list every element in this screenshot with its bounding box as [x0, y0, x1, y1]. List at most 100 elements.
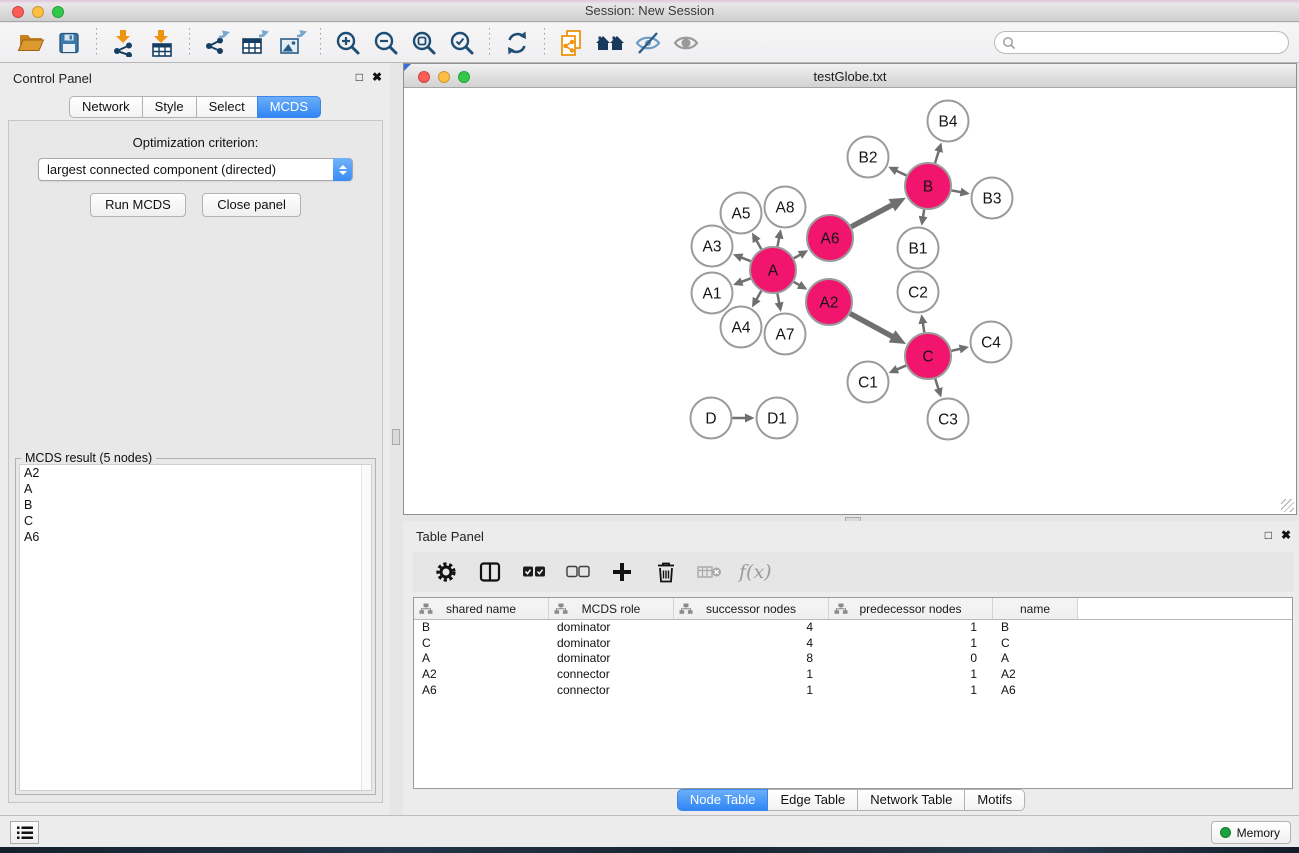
table-cell[interactable]: connector: [549, 667, 674, 683]
task-history-button[interactable]: [10, 821, 39, 844]
export-table-icon[interactable]: [236, 26, 274, 60]
graph-node[interactable]: A1: [692, 273, 733, 314]
table-cell[interactable]: 1: [829, 620, 993, 636]
table-row[interactable]: A6connector11A6: [414, 683, 1292, 699]
vertical-divider-handle[interactable]: [392, 429, 400, 445]
refresh-layout-icon[interactable]: [498, 26, 536, 60]
zoom-selected-icon[interactable]: [443, 26, 481, 60]
zoom-out-icon[interactable]: [367, 26, 405, 60]
table-cell[interactable]: A2: [414, 667, 549, 683]
mcds-result-item[interactable]: B: [20, 497, 371, 513]
network-canvas[interactable]: AA1A2A3A4A5A6A7A8BB1B2B3B4CC1C2C3C4DD1: [404, 88, 1296, 514]
float-panel-icon[interactable]: □: [356, 70, 363, 84]
import-table-icon[interactable]: [143, 26, 181, 60]
table-cell[interactable]: A6: [993, 683, 1078, 699]
table-cell[interactable]: 1: [829, 683, 993, 699]
mcds-result-item[interactable]: C: [20, 513, 371, 529]
graph-node[interactable]: A3: [692, 226, 733, 267]
column-header[interactable]: name: [993, 598, 1078, 619]
graph-node[interactable]: A7: [765, 314, 806, 355]
save-session-icon[interactable]: [50, 26, 88, 60]
tab-edge-table[interactable]: Edge Table: [767, 789, 858, 811]
column-header[interactable]: shared name: [414, 598, 549, 619]
delete-column-trash-icon[interactable]: [651, 557, 681, 587]
tab-mcds[interactable]: MCDS: [257, 96, 321, 118]
search-field[interactable]: [994, 31, 1289, 54]
criterion-dropdown[interactable]: largest connected component (directed): [38, 158, 353, 181]
select-all-checks-icon[interactable]: [519, 557, 549, 587]
table-row[interactable]: Bdominator41B: [414, 620, 1292, 636]
import-network-icon[interactable]: [105, 26, 143, 60]
table-cell[interactable]: C: [993, 636, 1078, 652]
table-cell[interactable]: A: [414, 651, 549, 667]
table-row[interactable]: A2connector11A2: [414, 667, 1292, 683]
scrollbar-track[interactable]: [361, 465, 371, 790]
table-row[interactable]: Cdominator41C: [414, 636, 1292, 652]
table-cell[interactable]: 1: [674, 667, 829, 683]
show-column-icon[interactable]: [475, 557, 505, 587]
table-cell[interactable]: dominator: [549, 636, 674, 652]
hide-selected-eye-icon[interactable]: [629, 26, 667, 60]
home-panels-icon[interactable]: [591, 26, 629, 60]
float-panel-icon[interactable]: □: [1265, 528, 1272, 542]
graph-node[interactable]: A8: [765, 187, 806, 228]
graph-node[interactable]: A5: [721, 193, 762, 234]
tab-node-table[interactable]: Node Table: [677, 789, 769, 811]
show-eye-icon[interactable]: [667, 26, 705, 60]
table-cell[interactable]: dominator: [549, 620, 674, 636]
table-cell[interactable]: 4: [674, 620, 829, 636]
graph-node[interactable]: C4: [971, 322, 1012, 363]
table-cell[interactable]: B: [414, 620, 549, 636]
graph-node[interactable]: A2: [806, 279, 852, 325]
table-cell[interactable]: A2: [993, 667, 1078, 683]
table-cell[interactable]: 1: [674, 683, 829, 699]
graph-node[interactable]: D1: [757, 398, 798, 439]
tab-network[interactable]: Network: [69, 96, 143, 118]
graph-node[interactable]: A4: [721, 307, 762, 348]
mcds-result-item[interactable]: A: [20, 481, 371, 497]
graph-node[interactable]: B2: [848, 137, 889, 178]
table-cell[interactable]: 0: [829, 651, 993, 667]
table-cell[interactable]: B: [993, 620, 1078, 636]
deselect-all-checks-icon[interactable]: [563, 557, 593, 587]
close-panel-button[interactable]: Close panel: [202, 193, 301, 217]
table-cell[interactable]: 1: [829, 667, 993, 683]
column-header[interactable]: predecessor nodes: [829, 598, 993, 619]
run-mcds-button[interactable]: Run MCDS: [90, 193, 186, 217]
column-header[interactable]: successor nodes: [674, 598, 829, 619]
graph-node[interactable]: B3: [972, 178, 1013, 219]
export-network-icon[interactable]: [198, 26, 236, 60]
graph-node[interactable]: C3: [928, 399, 969, 440]
graph-node[interactable]: A: [750, 247, 796, 293]
graph-node[interactable]: C2: [898, 272, 939, 313]
graph-node[interactable]: D: [691, 398, 732, 439]
table-cell[interactable]: A6: [414, 683, 549, 699]
graph-node[interactable]: A6: [807, 215, 853, 261]
table-row[interactable]: Adominator80A: [414, 651, 1292, 667]
table-cell[interactable]: dominator: [549, 651, 674, 667]
column-header[interactable]: MCDS role: [549, 598, 674, 619]
graph-node[interactable]: B4: [928, 101, 969, 142]
mcds-result-item[interactable]: A6: [20, 529, 371, 545]
new-network-from-selection-icon[interactable]: [553, 26, 591, 60]
resize-grip-icon[interactable]: [1281, 499, 1294, 512]
memory-button[interactable]: Memory: [1211, 821, 1291, 844]
zoom-fit-icon[interactable]: [405, 26, 443, 60]
zoom-in-icon[interactable]: [329, 26, 367, 60]
export-image-icon[interactable]: [274, 26, 312, 60]
table-cell[interactable]: A: [993, 651, 1078, 667]
graph-node[interactable]: B1: [898, 228, 939, 269]
add-column-icon[interactable]: [607, 557, 637, 587]
table-settings-gear-icon[interactable]: [431, 557, 461, 587]
tab-motifs[interactable]: Motifs: [964, 789, 1025, 811]
table-cell[interactable]: C: [414, 636, 549, 652]
graph-node[interactable]: C: [905, 333, 951, 379]
table-cell[interactable]: 8: [674, 651, 829, 667]
search-input[interactable]: [1016, 34, 1288, 52]
tab-select[interactable]: Select: [196, 96, 258, 118]
open-session-icon[interactable]: [12, 26, 50, 60]
mcds-result-item[interactable]: A2: [20, 465, 371, 481]
close-panel-icon[interactable]: ✖: [1281, 528, 1291, 542]
table-cell[interactable]: 4: [674, 636, 829, 652]
table-cell[interactable]: connector: [549, 683, 674, 699]
